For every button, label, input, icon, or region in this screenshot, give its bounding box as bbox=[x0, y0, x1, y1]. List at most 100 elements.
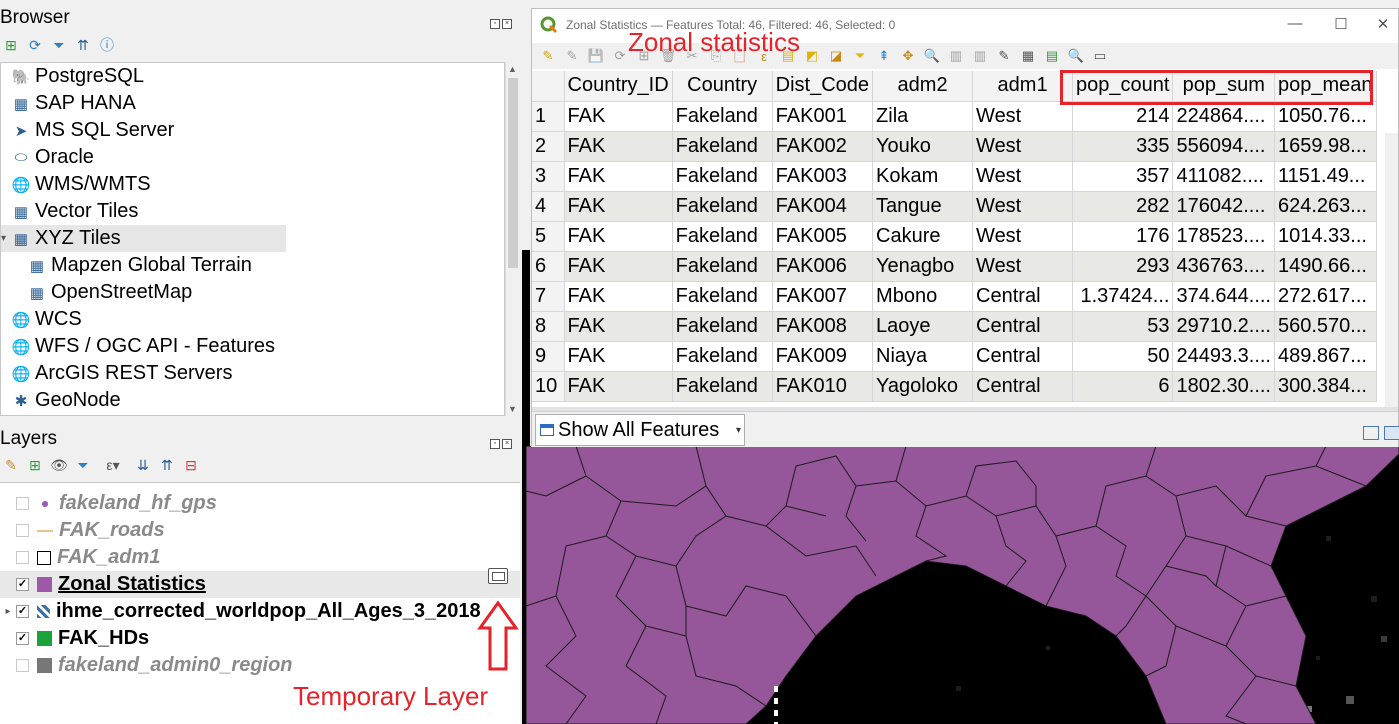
collapse-all-icon[interactable]: ⇈ bbox=[158, 456, 176, 474]
row-number[interactable]: 1 bbox=[532, 101, 565, 132]
table-cell[interactable]: Mbono bbox=[872, 281, 974, 312]
layer-visibility-checkbox[interactable] bbox=[16, 659, 29, 672]
table-cell[interactable]: 1659.98... bbox=[1274, 131, 1377, 162]
scroll-down-icon[interactable]: ▼ bbox=[508, 404, 517, 414]
table-cell[interactable]: 624.263... bbox=[1274, 191, 1377, 222]
save-edits-icon[interactable]: 💾 bbox=[586, 46, 606, 66]
delete-field-icon[interactable]: ▥ bbox=[970, 46, 990, 66]
deselect-all-icon[interactable]: ◪ bbox=[826, 46, 846, 66]
reload-icon[interactable]: ⟳ bbox=[610, 46, 630, 66]
pan-to-selected-icon[interactable]: ✥ bbox=[898, 46, 918, 66]
collapse-all-icon[interactable]: ⇈ bbox=[74, 36, 92, 54]
table-cell[interactable]: FAK007 bbox=[772, 281, 874, 312]
table-cell[interactable]: FAK bbox=[564, 311, 673, 342]
conditional-formatting-icon[interactable]: ▤ bbox=[1042, 46, 1062, 66]
temporary-layer-icon[interactable] bbox=[488, 568, 508, 584]
table-cell[interactable]: Fakeland bbox=[672, 281, 773, 312]
row-number[interactable]: 2 bbox=[532, 131, 565, 162]
minimize-button[interactable]: — bbox=[1280, 15, 1310, 32]
table-cell[interactable]: Fakeland bbox=[672, 191, 773, 222]
add-group-icon[interactable]: ⊞ bbox=[26, 456, 44, 474]
table-cell[interactable]: FAK bbox=[564, 341, 673, 372]
table-cell[interactable]: FAK bbox=[564, 131, 673, 162]
table-cell[interactable]: 489.867... bbox=[1274, 341, 1377, 372]
column-header[interactable]: adm1 bbox=[972, 71, 1074, 102]
table-cell[interactable]: 1490.66... bbox=[1274, 251, 1377, 282]
column-header[interactable]: Country bbox=[672, 71, 773, 102]
browser-item[interactable]: ▦ SAP HANA bbox=[1, 90, 136, 117]
layer-visibility-checkbox[interactable]: ✓ bbox=[16, 632, 29, 645]
table-cell[interactable]: FAK001 bbox=[772, 101, 874, 132]
filter-legend-icon[interactable]: ⏷ bbox=[74, 456, 92, 474]
close-button[interactable]: ✕ bbox=[1368, 15, 1398, 33]
table-cell[interactable]: FAK bbox=[564, 251, 673, 282]
table-cell[interactable]: 357 bbox=[1072, 161, 1174, 192]
table-cell[interactable]: 1050.76... bbox=[1274, 101, 1377, 132]
browser-item[interactable]: ➤ MS SQL Server bbox=[1, 117, 175, 144]
layer-visibility-checkbox[interactable] bbox=[16, 551, 29, 564]
organize-columns-icon[interactable]: ✎ bbox=[994, 46, 1014, 66]
table-cell[interactable]: 1151.49... bbox=[1274, 161, 1377, 192]
filter-icon[interactable]: ⏷ bbox=[50, 36, 68, 54]
new-field-icon[interactable]: ▥ bbox=[946, 46, 966, 66]
table-cell[interactable]: Laoye bbox=[872, 311, 974, 342]
table-row[interactable]: 2 FAK Fakeland FAK002 Youko West 335 556094....… bbox=[532, 131, 1377, 162]
invert-selection-icon[interactable]: ◩ bbox=[802, 46, 822, 66]
dock-table-icon[interactable]: ▭ bbox=[1090, 46, 1110, 66]
table-cell[interactable]: Youko bbox=[872, 131, 974, 162]
table-cell[interactable]: 560.570... bbox=[1274, 311, 1377, 342]
multi-edit-icon[interactable]: ✎ bbox=[562, 46, 582, 66]
browser-item[interactable]: 🌐 WFS / OGC API - Features bbox=[1, 333, 275, 360]
table-row[interactable]: 7 FAK Fakeland FAK007 Mbono Central 1.37424...… bbox=[532, 281, 1377, 312]
float-icon[interactable]: ▫ bbox=[490, 439, 500, 449]
table-cell[interactable]: 300.384... bbox=[1274, 371, 1377, 402]
close-icon[interactable]: × bbox=[502, 439, 512, 449]
layer-item[interactable]: ✓ FAK_HDs bbox=[0, 625, 520, 652]
table-vertical-scrollbar[interactable] bbox=[1385, 133, 1398, 407]
table-cell[interactable]: Fakeland bbox=[672, 161, 773, 192]
table-view-icon[interactable] bbox=[1384, 426, 1399, 440]
table-cell[interactable]: Cakure bbox=[872, 221, 974, 252]
table-cell[interactable]: Zila bbox=[872, 101, 974, 132]
table-cell[interactable]: 335 bbox=[1072, 131, 1174, 162]
table-cell[interactable]: West bbox=[972, 221, 1074, 252]
column-header[interactable]: Dist_Code bbox=[772, 71, 874, 102]
table-cell[interactable]: 436763.... bbox=[1172, 251, 1275, 282]
table-cell[interactable]: West bbox=[972, 161, 1074, 192]
table-row[interactable]: 4 FAK Fakeland FAK004 Tangue West 282 176042...… bbox=[532, 191, 1377, 222]
layers-dock-buttons[interactable]: ▫ × bbox=[490, 432, 518, 449]
zoom-map-icon[interactable]: 🔍 bbox=[1066, 46, 1086, 66]
layer-item[interactable]: fakeland_admin0_region bbox=[0, 652, 520, 679]
table-cell[interactable]: Niaya bbox=[872, 341, 974, 372]
browser-item[interactable]: 🌐 WMS/WMTS bbox=[1, 171, 151, 198]
table-cell[interactable]: 282 bbox=[1072, 191, 1174, 222]
table-cell[interactable]: 411082.... bbox=[1172, 161, 1275, 192]
layer-item[interactable]: ▸ ✓ ihme_corrected_worldpop_All_Ages_3_201… bbox=[0, 598, 520, 625]
table-cell[interactable]: Yenagbo bbox=[872, 251, 974, 282]
row-number[interactable]: 9 bbox=[532, 341, 565, 372]
table-cell[interactable]: Central bbox=[972, 281, 1074, 312]
add-selected-layers-icon[interactable]: ⊞ bbox=[2, 36, 20, 54]
scroll-thumb[interactable] bbox=[508, 78, 518, 268]
remove-layer-icon[interactable]: ⊟ bbox=[182, 456, 200, 474]
browser-dock-buttons[interactable]: ▫ × bbox=[490, 12, 518, 29]
layer-item[interactable]: fakeland_hf_gps bbox=[0, 490, 520, 517]
zoom-to-selected-icon[interactable]: 🔍 bbox=[922, 46, 942, 66]
move-selection-top-icon[interactable]: ⇞ bbox=[874, 46, 894, 66]
form-view-icon[interactable] bbox=[1363, 426, 1379, 440]
table-cell[interactable]: 178523.... bbox=[1172, 221, 1275, 252]
table-cell[interactable]: FAK bbox=[564, 161, 673, 192]
table-cell[interactable]: 1802.30.... bbox=[1172, 371, 1275, 402]
table-cell[interactable]: 272.617... bbox=[1274, 281, 1377, 312]
maximize-button[interactable]: ☐ bbox=[1326, 15, 1356, 33]
table-cell[interactable]: FAK bbox=[564, 221, 673, 252]
table-cell[interactable]: Central bbox=[972, 341, 1074, 372]
table-cell[interactable]: Fakeland bbox=[672, 221, 773, 252]
manage-visibility-icon[interactable]: 👁 bbox=[50, 456, 68, 474]
row-number[interactable]: 5 bbox=[532, 221, 565, 252]
table-cell[interactable]: Kokam bbox=[872, 161, 974, 192]
column-header[interactable]: Country_ID bbox=[564, 71, 673, 102]
map-canvas[interactable] bbox=[526, 446, 1399, 724]
table-cell[interactable]: FAK006 bbox=[772, 251, 874, 282]
row-number[interactable]: 10 bbox=[532, 371, 565, 402]
